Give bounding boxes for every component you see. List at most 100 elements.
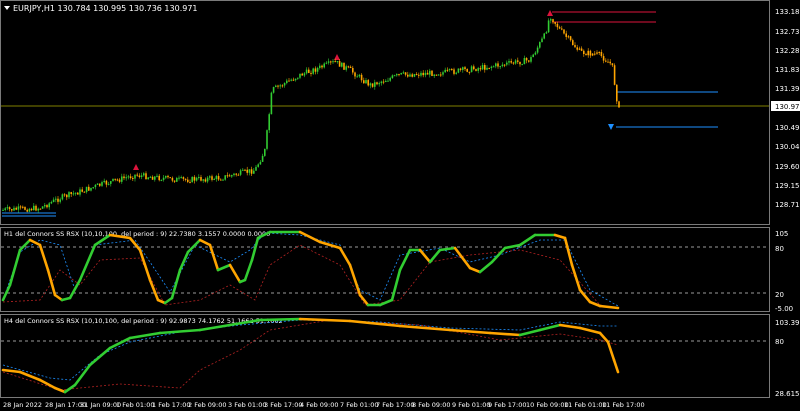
candle-body bbox=[193, 176, 196, 181]
indicator1-rsx-line bbox=[1, 230, 620, 310]
chart-canvas[interactable]: EURJPY,H1 130.784 130.995 130.736 130.97… bbox=[0, 0, 800, 411]
candle-body bbox=[404, 72, 407, 75]
candle-body bbox=[596, 52, 598, 54]
rsx-segment bbox=[18, 238, 32, 252]
rsx-segment bbox=[258, 317, 302, 322]
candle-body bbox=[442, 72, 444, 75]
candle-body bbox=[94, 184, 97, 188]
candle-body bbox=[475, 69, 477, 71]
candle-body bbox=[231, 175, 233, 177]
candle-body bbox=[400, 72, 402, 75]
candle-body bbox=[343, 62, 345, 70]
candle-body bbox=[74, 192, 77, 194]
candle-body bbox=[367, 80, 369, 86]
candle-body bbox=[585, 53, 587, 56]
indicator1-panel[interactable] bbox=[0, 227, 770, 312]
candle-body bbox=[237, 174, 240, 176]
candle-body bbox=[363, 80, 365, 84]
indicator2-panel[interactable] bbox=[0, 314, 770, 398]
candle-body bbox=[358, 74, 361, 77]
candle-body bbox=[578, 48, 581, 50]
candle-body bbox=[266, 130, 268, 149]
indicator2-signal-blue bbox=[2, 319, 618, 381]
candle-body bbox=[409, 74, 411, 77]
candle-body bbox=[519, 61, 521, 65]
time-label: 1 Feb 17:00 bbox=[152, 401, 191, 409]
rsx-segment bbox=[598, 304, 620, 310]
candle-body bbox=[391, 75, 394, 79]
candle-body bbox=[468, 71, 471, 73]
candle-body bbox=[316, 67, 319, 72]
rsx-segment bbox=[518, 328, 542, 337]
candle-body bbox=[116, 179, 119, 181]
time-label: 3 Feb 01:00 bbox=[228, 401, 267, 409]
candle-body bbox=[426, 72, 429, 75]
candle-body bbox=[136, 174, 138, 176]
candle-body bbox=[576, 47, 578, 50]
candle-body bbox=[255, 166, 257, 171]
candle-body bbox=[492, 66, 495, 68]
candle-body bbox=[121, 176, 123, 182]
price-label: 131.390 bbox=[775, 85, 800, 93]
candle-body bbox=[448, 69, 451, 71]
candle-body bbox=[134, 174, 136, 179]
candle-body bbox=[479, 68, 482, 70]
candle-body bbox=[305, 69, 308, 74]
main-panel[interactable] bbox=[0, 0, 770, 225]
rsx-segment bbox=[588, 300, 602, 308]
candle-body bbox=[235, 173, 237, 175]
candle-body bbox=[429, 70, 431, 75]
chart-window[interactable]: EURJPY,H1 130.784 130.995 130.736 130.97… bbox=[0, 0, 800, 411]
candle-body bbox=[589, 50, 592, 56]
price-scale: 133.180 132.730 132.280 131.830 131.390 … bbox=[771, 8, 800, 209]
rsx-segment bbox=[53, 386, 67, 394]
candle-body bbox=[154, 176, 156, 180]
candle-body bbox=[222, 179, 224, 181]
candle-body bbox=[275, 85, 277, 88]
candle-body bbox=[556, 23, 559, 28]
candle-body bbox=[286, 80, 288, 84]
rsx-segment bbox=[208, 243, 220, 272]
candle-body bbox=[514, 60, 517, 64]
candle-body bbox=[539, 42, 541, 48]
candle-body bbox=[259, 161, 262, 165]
candle-body bbox=[547, 20, 550, 33]
rsx-segment bbox=[8, 248, 22, 287]
rsx-segment bbox=[128, 236, 142, 252]
candle-body bbox=[464, 67, 466, 70]
candle-body bbox=[607, 61, 609, 63]
candle-body bbox=[165, 175, 167, 178]
candle-body bbox=[182, 177, 185, 179]
candle-body bbox=[308, 69, 310, 73]
candle-body bbox=[189, 181, 191, 183]
candle-body bbox=[158, 175, 160, 181]
candle-body bbox=[389, 78, 391, 81]
candle-body bbox=[294, 78, 297, 81]
candle-body bbox=[402, 72, 405, 74]
price-label: 132.280 bbox=[775, 47, 800, 55]
rsx-segment bbox=[418, 248, 432, 264]
candle-body bbox=[55, 198, 57, 200]
candle-body bbox=[191, 176, 193, 183]
candle-body bbox=[253, 170, 255, 174]
rsx-segment bbox=[448, 328, 492, 335]
candle-body bbox=[206, 177, 209, 182]
candle-body bbox=[323, 63, 325, 68]
rsx-segment bbox=[298, 230, 322, 244]
candle-body bbox=[543, 33, 545, 39]
candle-body bbox=[180, 177, 182, 179]
candle-body bbox=[521, 64, 523, 66]
candle-body bbox=[374, 82, 376, 87]
symbol-dropdown-icon[interactable] bbox=[4, 6, 10, 10]
candle-body bbox=[149, 176, 152, 178]
candle-body bbox=[37, 208, 39, 211]
indicator1-level: 80 bbox=[775, 245, 784, 253]
indicator1-level: -5.00 bbox=[775, 305, 793, 313]
candle-body bbox=[52, 199, 55, 203]
candle-body bbox=[292, 79, 295, 81]
candle-body bbox=[66, 194, 68, 198]
rsx-segment bbox=[88, 346, 112, 367]
candle-body bbox=[565, 33, 567, 37]
rsx-segment bbox=[563, 236, 574, 267]
candle-body bbox=[536, 47, 539, 53]
